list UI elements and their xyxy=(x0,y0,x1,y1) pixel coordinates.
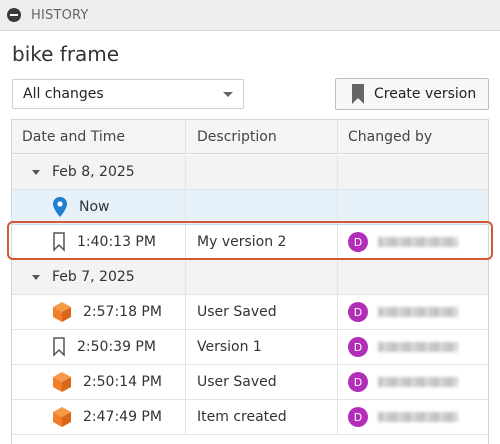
table-row[interactable]: 2:57:18 PM User Saved D xyxy=(12,295,488,330)
avatar: D xyxy=(348,337,368,357)
history-panel-header: HISTORY xyxy=(0,0,500,31)
user-name-redacted xyxy=(378,237,458,247)
group-date: Feb 7, 2025 xyxy=(52,269,135,285)
cube-icon xyxy=(53,302,71,322)
table-row-now[interactable]: Now xyxy=(12,190,488,225)
bookmark-icon xyxy=(53,232,65,252)
user-name-redacted xyxy=(378,412,458,422)
column-header-date[interactable]: Date and Time xyxy=(12,120,186,154)
row-time: 2:50:39 PM xyxy=(77,339,156,355)
row-time: 2:50:14 PM xyxy=(83,374,162,390)
bookmark-icon xyxy=(352,84,364,104)
location-pin-icon xyxy=(53,197,67,217)
row-time: 2:57:18 PM xyxy=(83,304,162,320)
row-description: User Saved xyxy=(197,304,277,320)
changes-filter-select[interactable]: All changes xyxy=(12,79,244,109)
table-row[interactable]: 2:50:14 PM User Saved D xyxy=(12,365,488,400)
table-header-row: Date and Time Description Changed by xyxy=(12,120,488,154)
row-description: User Saved xyxy=(197,374,277,390)
chevron-down-icon xyxy=(223,92,233,97)
avatar: D xyxy=(348,302,368,322)
row-description: Item created xyxy=(197,409,287,425)
history-table: Date and Time Description Changed by Feb… xyxy=(11,119,489,444)
group-row-feb-8[interactable]: Feb 8, 2025 xyxy=(12,155,488,190)
cube-icon xyxy=(53,407,71,427)
collapse-panel-icon[interactable] xyxy=(7,8,21,22)
cube-icon xyxy=(53,372,71,392)
expand-triangle-icon[interactable] xyxy=(32,169,40,175)
filter-selected-value: All changes xyxy=(23,86,104,102)
panel-title: HISTORY xyxy=(31,7,89,23)
user-name-redacted xyxy=(378,307,458,317)
create-version-label: Create version xyxy=(374,86,477,102)
row-description: Version 1 xyxy=(197,339,262,355)
avatar: D xyxy=(348,407,368,427)
row-description: My version 2 xyxy=(197,234,287,250)
user-name-redacted xyxy=(378,342,458,352)
document-title: bike frame xyxy=(12,42,120,66)
row-time: Now xyxy=(79,199,110,215)
group-date: Feb 8, 2025 xyxy=(52,164,135,180)
row-time: 1:40:13 PM xyxy=(77,234,156,250)
group-row-feb-7[interactable]: Feb 7, 2025 xyxy=(12,260,488,295)
table-row[interactable]: 2:50:39 PM Version 1 D xyxy=(12,330,488,365)
avatar: D xyxy=(348,232,368,252)
table-row[interactable]: 1:40:13 PM My version 2 D xyxy=(12,225,488,260)
expand-triangle-icon[interactable] xyxy=(32,274,40,280)
row-time: 2:47:49 PM xyxy=(83,409,162,425)
bookmark-icon xyxy=(53,337,65,357)
create-version-button[interactable]: Create version xyxy=(335,78,489,110)
avatar: D xyxy=(348,372,368,392)
table-row[interactable]: 2:47:49 PM Item created D xyxy=(12,400,488,435)
user-name-redacted xyxy=(378,377,458,387)
column-header-description[interactable]: Description xyxy=(186,120,338,154)
column-header-changed-by[interactable]: Changed by xyxy=(338,120,488,154)
